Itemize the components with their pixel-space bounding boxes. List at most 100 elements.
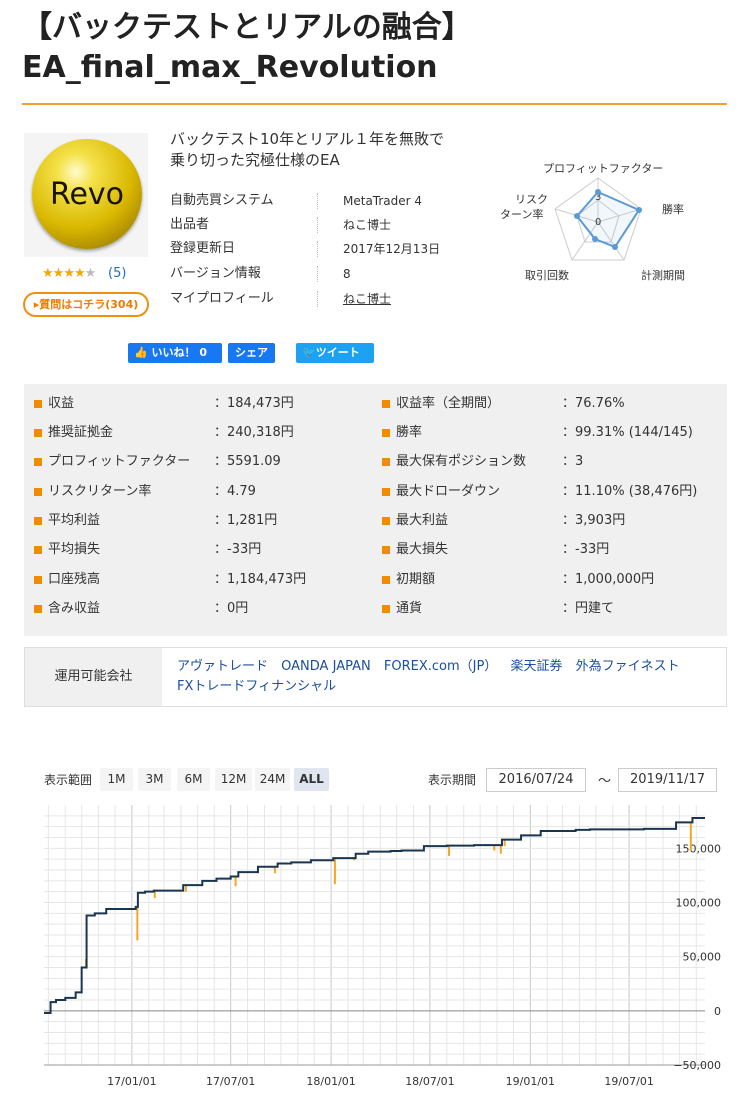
range-button-1m[interactable]: 1M [100, 768, 133, 791]
star-icon: ★ [42, 266, 54, 281]
brokers-label: 運用可能会社 [25, 648, 162, 706]
square-bullet-icon [34, 576, 42, 584]
radar-point [574, 213, 580, 219]
stat-row: 最大ドローダウン ：11.10% (38,476円) [382, 481, 722, 503]
chart-x-tick-label: 19/07/01 [604, 1075, 653, 1088]
brokers-list: アヴァトレード OANDA JAPAN FOREX.com（JP） 楽天証券 外… [177, 657, 707, 697]
square-bullet-icon [34, 429, 42, 437]
facebook-share-button[interactable]: シェア [228, 343, 275, 363]
equity-line [44, 817, 705, 1014]
like-label: いいね！ 0 [151, 346, 208, 359]
page-title-line2: EA_final_max_Revolution [22, 50, 438, 85]
info-value: MetaTrader 4 [343, 194, 423, 208]
range-button-24m[interactable]: 24M [255, 768, 290, 791]
stat-row: プロフィットファクター ：5591.09 [34, 451, 364, 473]
square-bullet-icon [34, 546, 42, 554]
question-button-label: 質問はコチラ(304) [39, 298, 139, 311]
date-to-input[interactable]: 2019/11/17 [618, 768, 717, 792]
headline-line2: 乗り切った究極仕様のEA [170, 151, 340, 169]
stat-row: 最大保有ポジション数 ：3 [382, 451, 722, 473]
radar-label-winrate: 勝率 [662, 202, 684, 216]
tweet-button[interactable]: 🐦ツイート [296, 343, 374, 363]
twitter-bird-icon: 🐦 [302, 346, 316, 359]
star-icon: ★ [63, 266, 75, 281]
profile-link[interactable]: ねこ博士 [343, 287, 391, 311]
star-empty-icon: ★ [84, 266, 97, 281]
rating-count-link[interactable]: (5) [108, 266, 126, 281]
radar-chart: プロフィットファクター 勝率 計測期間 取引回数 リスク ターン率 3 0 [500, 162, 685, 282]
stat-row: リスクリターン率 ：4.79 [34, 481, 364, 503]
broker-link[interactable]: OANDA JAPAN [281, 659, 371, 674]
stat-row: 最大利益 ：3,903円 [382, 510, 722, 532]
equity-chart: 150,000 100,000 50,000 0 −50,000 17/01/01 17/0… [44, 805, 722, 1088]
info-row: 自動売買システム MetaTrader 4 [170, 189, 470, 213]
chart-x-tick-label: 18/01/01 [306, 1075, 355, 1088]
range-label: 表示範囲 [44, 773, 93, 787]
info-row: バージョン情報 8 [170, 262, 470, 286]
range-button-6m[interactable]: 6M [177, 768, 210, 791]
stat-row: 収益 ：184,473円 [34, 393, 364, 415]
square-bullet-icon [382, 517, 390, 525]
chart-y-tick-label: 50,000 [683, 951, 722, 964]
logo-ball-image: Revo [32, 139, 142, 249]
square-bullet-icon [382, 458, 390, 466]
radar-point [612, 244, 618, 250]
radar-point [636, 207, 642, 213]
info-row: 出品者 ねこ博士 [170, 213, 470, 237]
chart-x-tick-label: 19/01/01 [506, 1075, 555, 1088]
radar-label-risk-2: ターン率 [500, 207, 543, 221]
radar-label-trades: 取引回数 [525, 268, 569, 282]
broker-link[interactable]: 外為ファイネスト [576, 659, 680, 674]
square-bullet-icon [382, 576, 390, 584]
square-bullet-icon [34, 458, 42, 466]
radar-point [595, 189, 601, 195]
stat-row: 平均損失 ：-33円 [34, 539, 364, 561]
date-from-input[interactable]: 2016/07/24 [486, 768, 586, 792]
date-range-separator: ～ [598, 774, 612, 789]
stat-row: 通貨 ：円建て [382, 598, 722, 620]
info-key: マイプロフィール [170, 291, 274, 306]
chart-x-tick-label: 18/07/01 [405, 1075, 454, 1088]
rating-stars: ★★★★★ [42, 266, 97, 281]
product-logo: Revo [24, 133, 148, 257]
stat-row: 口座残高 ：1,184,473円 [34, 569, 364, 591]
info-key: 出品者 [170, 217, 210, 232]
square-bullet-icon [34, 488, 42, 496]
square-bullet-icon [382, 400, 390, 408]
square-bullet-icon [382, 429, 390, 437]
chart-y-tick-label: 0 [714, 1005, 721, 1018]
stat-row: 最大損失 ：-33円 [382, 539, 722, 561]
square-bullet-icon [382, 488, 390, 496]
product-headline: バックテスト10年とリアル１年を無敗で 乗り切った究極仕様のEA [170, 129, 490, 171]
broker-link[interactable]: FXトレードフィナンシャル [177, 679, 336, 694]
supported-brokers: 運用可能会社 アヴァトレード OANDA JAPAN FOREX.com（JP）… [24, 647, 727, 707]
square-bullet-icon [34, 605, 42, 613]
thumbs-up-icon: 👍 [134, 346, 148, 359]
square-bullet-icon [382, 546, 390, 554]
range-button-12m[interactable]: 12M [215, 768, 252, 791]
stat-row: 収益率（全期間） ：76.76% [382, 393, 722, 415]
broker-link[interactable]: アヴァトレード [177, 659, 268, 674]
range-button-3m[interactable]: 3M [138, 768, 171, 791]
broker-link[interactable]: 楽天証券 [510, 659, 562, 674]
page-title-line1: 【バックテストとリアルの融合】 [22, 10, 472, 45]
info-row: 登録更新日 2017年12月13日 [170, 237, 470, 261]
period-label: 表示期間 [428, 773, 477, 787]
radar-label-period: 計測期間 [641, 268, 685, 282]
radar-point [592, 236, 598, 242]
range-button-all[interactable]: ALL [294, 768, 329, 791]
info-row: マイプロフィール ねこ博士 [170, 287, 470, 311]
stat-row: 初期額 ：1,000,000円 [382, 569, 722, 591]
radar-label-pf: プロフィットファクター [543, 162, 663, 175]
info-key: 自動売買システム [170, 193, 274, 208]
question-button[interactable]: ▸質問はコチラ(304) [23, 292, 149, 317]
chart-y-tick-label: 150,000 [676, 842, 722, 855]
star-icon: ★ [52, 266, 65, 281]
info-value: ねこ博士 [343, 218, 392, 232]
title-divider [22, 103, 727, 105]
page-title: 【バックテストとリアルの融合】 EA_final_max_Revolution [22, 8, 722, 88]
info-value: 2017年12月13日 [343, 242, 441, 256]
broker-link[interactable]: FOREX.com（JP） [384, 659, 497, 674]
facebook-like-button[interactable]: 👍 いいね！ 0 [128, 343, 222, 363]
chart-y-tick-label: −50,000 [673, 1059, 721, 1072]
